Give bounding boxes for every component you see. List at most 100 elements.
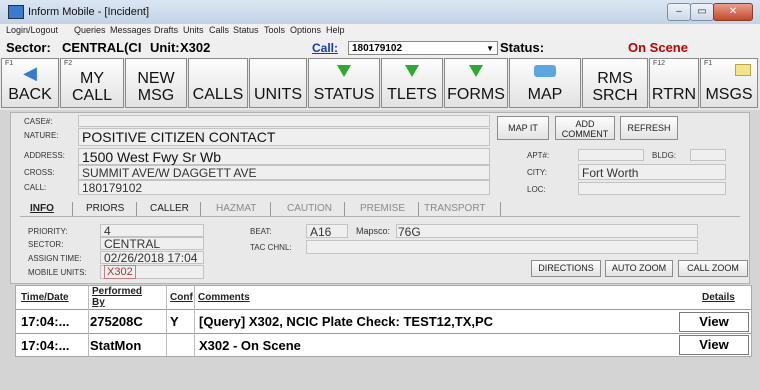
button-label-line1: NEW xyxy=(137,70,175,87)
beat-value: A16 xyxy=(310,225,332,239)
calls-button[interactable]: CALLS xyxy=(188,58,248,108)
call-zoom-label: CALL ZOOM xyxy=(687,263,739,273)
map-it-button[interactable]: MAP IT xyxy=(497,116,549,140)
call-number-label: CALL: xyxy=(24,183,47,192)
close-button[interactable]: ✕ xyxy=(713,3,753,21)
menu-tools[interactable]: Tools xyxy=(264,25,285,35)
button-label-line1: RMS xyxy=(597,70,633,87)
button-label: UNITS xyxy=(254,86,302,103)
button-label: TLETS xyxy=(387,86,437,103)
add-comment-label-1: ADD xyxy=(575,119,595,129)
tab-info[interactable]: INFO xyxy=(30,203,54,214)
status-button[interactable]: STATUS xyxy=(308,58,380,108)
table-row[interactable]: 17:04:... StatMon X302 - On Scene xyxy=(16,334,751,356)
address-value: 1500 West Fwy Sr Wb xyxy=(82,149,222,165)
button-label: MSGS xyxy=(705,86,753,103)
bldg-field xyxy=(690,149,726,161)
grid-col-line xyxy=(166,286,167,356)
view-label: View xyxy=(699,314,729,329)
priority-value: 4 xyxy=(104,224,111,238)
unit-label: Unit: xyxy=(150,40,180,55)
menu-options[interactable]: Options xyxy=(290,25,321,35)
call-label: Call: xyxy=(312,41,339,55)
add-comment-button[interactable]: ADD COMMENT xyxy=(555,116,615,140)
map-it-label: MAP IT xyxy=(508,123,538,133)
tab-transport[interactable]: TRANSPORT xyxy=(424,203,486,214)
menu-units[interactable]: Units xyxy=(183,25,204,35)
priority-field xyxy=(100,224,204,237)
tab-premise[interactable]: PREMISE xyxy=(360,203,405,214)
grid-col-line xyxy=(194,286,195,356)
green-triangle-icon xyxy=(405,65,419,77)
tab-hazmat[interactable]: HAZMAT xyxy=(216,203,256,214)
directions-button[interactable]: DIRECTIONS xyxy=(531,260,601,277)
maximize-button[interactable]: ▭ xyxy=(690,3,714,21)
grid-col-line xyxy=(88,286,89,356)
menu-drafts[interactable]: Drafts xyxy=(154,25,178,35)
forms-button[interactable]: FORMS xyxy=(444,58,508,108)
loc-field xyxy=(578,182,726,195)
address-label: ADDRESS: xyxy=(24,151,65,160)
menu-queries[interactable]: Queries xyxy=(74,25,106,35)
tac-channel-label: TAC CHNL: xyxy=(250,243,292,252)
tab-priors[interactable]: PRIORS xyxy=(86,203,124,214)
mapsco-field xyxy=(396,224,698,238)
table-row[interactable]: 17:04:... 275208C Y [Query] X302, NCIC P… xyxy=(16,310,751,332)
status-label: Status: xyxy=(500,40,545,55)
rms-search-button[interactable]: RMS SRCH xyxy=(582,58,648,108)
auto-zoom-label: AUTO ZOOM xyxy=(611,263,667,273)
view-button[interactable]: View xyxy=(679,335,749,355)
view-button[interactable]: View xyxy=(679,312,749,332)
button-label: FORMS xyxy=(447,86,505,103)
tab-separator xyxy=(136,202,137,216)
loc-label: LOC: xyxy=(527,185,546,194)
new-msg-button[interactable]: NEW MSG xyxy=(125,58,187,108)
case-field xyxy=(78,115,490,127)
cross-label: CROSS: xyxy=(24,168,55,177)
menu-messages[interactable]: Messages xyxy=(110,25,151,35)
col-header-comments[interactable]: Comments xyxy=(198,292,250,303)
back-button[interactable]: F1 ◀ BACK xyxy=(1,58,59,108)
tlets-button[interactable]: TLETS xyxy=(381,58,443,108)
auto-zoom-button[interactable]: AUTO ZOOM xyxy=(605,260,673,277)
col-header-details[interactable]: Details xyxy=(702,292,735,303)
col-header-time[interactable]: Time/Date xyxy=(21,292,69,303)
envelope-icon xyxy=(735,64,751,76)
menu-status[interactable]: Status xyxy=(233,25,259,35)
col-header-conf[interactable]: Conf xyxy=(170,292,193,303)
col-header-performed-by[interactable]: By xyxy=(92,297,105,308)
map-button[interactable]: MAP xyxy=(509,58,581,108)
menu-login-logout[interactable]: Login/Logout xyxy=(6,25,58,35)
button-label: MAP xyxy=(527,86,563,103)
assign-time-value: 02/26/2018 17:04 xyxy=(104,251,198,265)
assign-time-label: ASSIGN TIME: xyxy=(28,254,82,263)
tab-caller[interactable]: CALLER xyxy=(150,203,189,214)
tab-separator xyxy=(200,202,201,216)
col-header-performed[interactable]: Performed xyxy=(92,286,142,297)
return-button[interactable]: F12 RTRN xyxy=(649,58,699,108)
menu-calls[interactable]: Calls xyxy=(209,25,229,35)
refresh-button[interactable]: REFRESH xyxy=(620,116,678,140)
my-call-button[interactable]: F2 MY CALL xyxy=(60,58,124,108)
sector-info-value: CENTRAL xyxy=(104,237,161,251)
menu-help[interactable]: Help xyxy=(326,25,345,35)
units-button[interactable]: UNITS xyxy=(249,58,307,108)
sector-label: Sector: xyxy=(6,40,51,55)
button-label: BACK xyxy=(8,86,52,103)
call-zoom-button[interactable]: CALL ZOOM xyxy=(678,260,748,277)
call-select[interactable]: 180179102 ▼ xyxy=(348,41,498,55)
function-key-bar: F1 ◀ BACK F2 MY CALL NEW MSG CALLS UNITS… xyxy=(0,58,760,110)
bldg-label: BLDG: xyxy=(652,151,677,160)
menu-bar: Login/Logout Queries Messages Drafts Uni… xyxy=(0,24,760,38)
window-title: Inform Mobile - [Incident] xyxy=(28,6,150,18)
unit-value: X302 xyxy=(180,40,211,55)
tab-separator xyxy=(270,202,271,216)
messages-button[interactable]: F1 MSGS xyxy=(700,58,758,108)
button-label-line2: CALL xyxy=(71,87,113,104)
row-comment: X302 - On Scene xyxy=(199,338,301,353)
mobile-unit-badge[interactable]: X302 xyxy=(104,265,136,279)
minimize-button[interactable]: – xyxy=(667,3,691,21)
tab-caution[interactable]: CAUTION xyxy=(287,203,332,214)
app-icon xyxy=(8,5,24,19)
row-time: 17:04:... xyxy=(21,314,70,329)
